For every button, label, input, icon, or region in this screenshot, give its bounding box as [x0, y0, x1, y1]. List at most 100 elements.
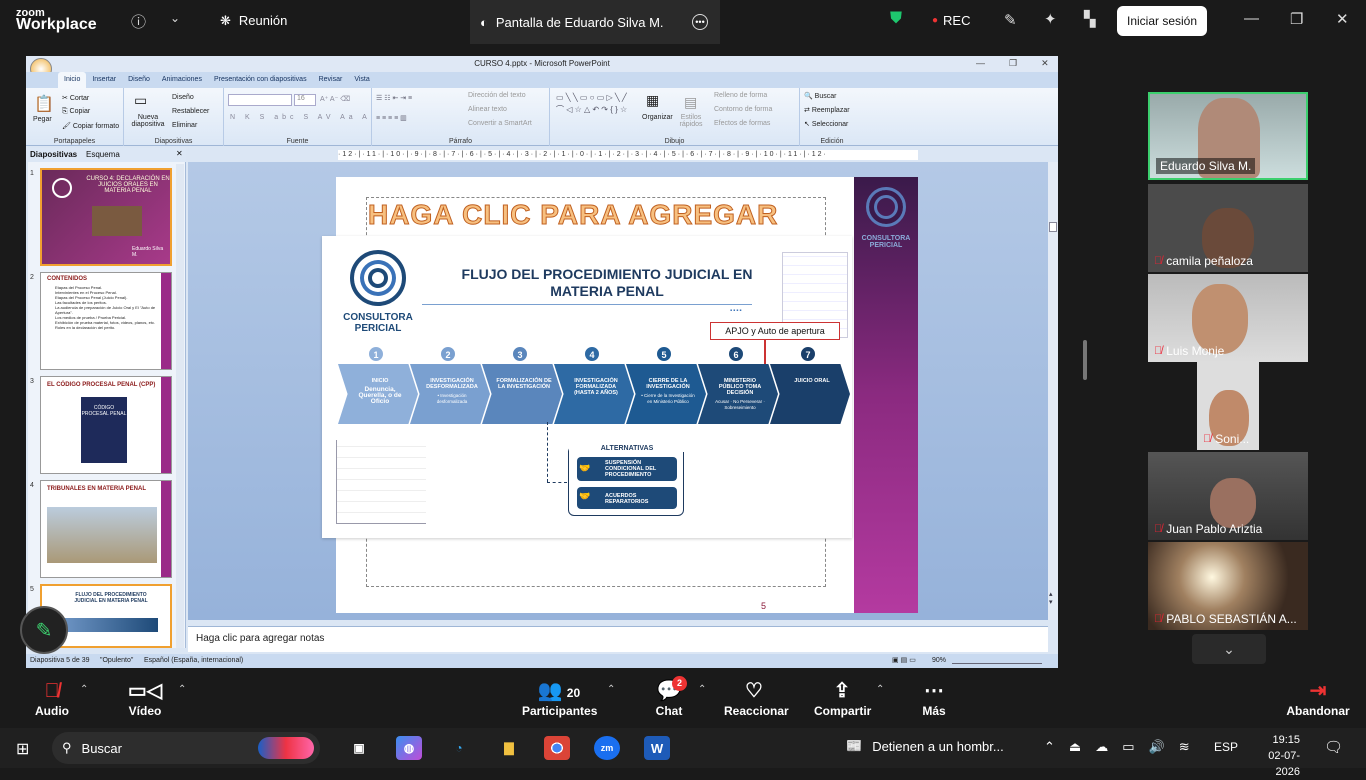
select-button[interactable]: ↖ Seleccionar	[804, 120, 848, 128]
participant-tile-6[interactable]: 🎙̸ PABLO SEBASTIÁN A...	[1148, 542, 1308, 630]
react-button[interactable]: ♡ Reaccionar	[724, 678, 789, 718]
taskbar-search[interactable]: ⚲ Buscar	[52, 732, 320, 764]
text-direction-button[interactable]: Dirección del texto	[468, 92, 526, 99]
cut-button[interactable]: ✂ Cortar	[62, 94, 89, 102]
gallery-resize-handle[interactable]	[1083, 340, 1087, 380]
share-tab[interactable]: ◐ Pantalla de Eduardo Silva M. •••	[470, 0, 720, 44]
chevron-down-icon[interactable]: ⌄	[170, 11, 180, 25]
cloud-icon[interactable]: ☁	[1095, 739, 1108, 755]
file-explorer-icon[interactable]: ▇	[496, 736, 522, 760]
shape-outline-button[interactable]: Contorno de forma	[714, 106, 772, 113]
participants-caret-icon[interactable]: ⌃	[607, 684, 615, 695]
pen-icon[interactable]: ✎	[1004, 11, 1017, 29]
edge-icon[interactable]: ◔	[446, 736, 472, 760]
word-icon[interactable]: W	[644, 736, 670, 760]
usb-icon[interactable]: ⏏	[1069, 739, 1081, 755]
tab-presentacion[interactable]: Presentación con diapositivas	[208, 72, 313, 88]
notes-pane[interactable]: Haga clic para agregar notas	[188, 626, 1048, 652]
video-caret-icon[interactable]: ⌃	[178, 684, 186, 695]
new-slide-button[interactable]: Nueva diapositiva	[128, 114, 168, 128]
font-size-input[interactable]: 16	[294, 94, 316, 106]
new-slide-icon[interactable]: ▭	[134, 92, 147, 109]
find-button[interactable]: 🔍 Buscar	[804, 92, 836, 100]
scroll-thumb[interactable]	[1049, 222, 1057, 232]
copy-button[interactable]: ⎘ Copiar	[62, 108, 90, 116]
rec-indicator[interactable]: ● REC	[932, 13, 971, 28]
participant-tile-3[interactable]: 🎙̸ Luis Monje	[1148, 274, 1308, 362]
participant-tile-5[interactable]: 🎙̸ Juan Pablo Ariztia	[1148, 452, 1308, 540]
info-icon[interactable]: ⓘ	[131, 11, 146, 32]
audio-caret-icon[interactable]: ⌃	[80, 684, 88, 695]
language-indicator[interactable]: ESP	[1214, 740, 1238, 754]
tab-esquema[interactable]: Esquema	[86, 150, 120, 159]
copilot-icon[interactable]: ◍	[396, 736, 422, 760]
arrange-icon[interactable]: ▦	[646, 92, 659, 109]
chat-caret-icon[interactable]: ⌃	[698, 684, 706, 695]
task-view-icon[interactable]: ▣	[346, 736, 372, 760]
ppt-minimize-icon[interactable]: —	[976, 58, 985, 69]
tab-diapositivas[interactable]: Diapositivas	[30, 150, 77, 159]
title-placeholder[interactable]: HAGA CLIC PARA AGREGAR	[367, 199, 778, 231]
video-button[interactable]: ▭◁ Vídeo	[126, 678, 164, 718]
view-buttons[interactable]: ▣▤▭	[892, 656, 918, 664]
tab-vista[interactable]: Vista	[348, 72, 375, 88]
participant-tile-1[interactable]: Eduardo Silva M.	[1148, 92, 1308, 180]
slide-thumb-4[interactable]: TRIBUNALES EN MATERIA PENAL	[40, 480, 172, 578]
tab-animaciones[interactable]: Animaciones	[156, 72, 208, 88]
ppt-restore-icon[interactable]: ❐	[1009, 58, 1017, 69]
tab-revisar[interactable]: Revisar	[313, 72, 349, 88]
slide-thumb-3[interactable]: EL CÓDIGO PROCESAL PENAL (CPP) CÓDIGO PR…	[40, 376, 172, 474]
share-button[interactable]: ⇪ Compartir	[814, 678, 871, 718]
prev-next-slide-icons[interactable]: ▴ ▾	[1049, 590, 1053, 606]
windows-start-icon[interactable]: ⊞	[16, 739, 29, 759]
font-style-buttons[interactable]: N K S abc S AV Aa A	[230, 114, 371, 121]
list-buttons[interactable]: ☰ ☷ ⇤ ⇥ ≡	[376, 94, 412, 102]
format-painter-button[interactable]: 🖌 Copiar formato	[62, 122, 119, 130]
chevron-up-icon[interactable]: ⌃	[1044, 739, 1055, 755]
shapes-gallery[interactable]: ▭ ╲ ╲ ▭ ○ ▭ ▷ ╲ ╱ ⌒ ◁ ☆ △ ↶ ↷ { } ☆	[556, 92, 636, 116]
ppt-close-icon[interactable]: ✕	[1041, 58, 1049, 69]
shield-icon[interactable]: ⛊	[890, 10, 902, 28]
leave-button[interactable]: ⇥ Abandonar	[1286, 678, 1350, 718]
paste-button[interactable]: Pegar	[33, 116, 52, 123]
slide-thumb-2[interactable]: CONTENIDOS Etapas del Proceso Penal. Int…	[40, 272, 172, 370]
close-panel-icon[interactable]: ✕	[176, 149, 183, 158]
shape-effects-button[interactable]: Efectos de formas	[714, 120, 770, 127]
minimize-icon[interactable]: —	[1244, 10, 1259, 27]
panel-scrollbar[interactable]	[176, 164, 184, 648]
gallery-next-button[interactable]: ⌄	[1192, 634, 1266, 664]
smartart-button[interactable]: Convertir a SmartArt	[468, 120, 532, 127]
font-name-input[interactable]	[228, 94, 292, 106]
participant-tile-2[interactable]: 🎙̸ camila peñaloza	[1148, 184, 1308, 272]
quick-styles-icon[interactable]: ▤	[684, 94, 697, 111]
delete-button[interactable]: Eliminar	[172, 122, 197, 129]
chrome-icon[interactable]	[544, 736, 570, 760]
paste-icon[interactable]: 📋	[34, 94, 54, 114]
meeting-button[interactable]: ❋ Reunión	[220, 13, 287, 29]
clock[interactable]: 19:15 02-07-2026	[1250, 732, 1300, 780]
flow-image[interactable]: CONSULTORA PERICIAL FLUJO DEL PROCEDIMIE…	[322, 236, 852, 538]
maximize-icon[interactable]: ❐	[1290, 10, 1303, 28]
tab-insertar[interactable]: Insertar	[86, 72, 122, 88]
reset-button[interactable]: Restablecer	[172, 108, 209, 115]
participant-tile-4[interactable]: 🎙̸ Soni...	[1197, 362, 1259, 450]
align-text-button[interactable]: Alinear texto	[468, 106, 507, 113]
shape-fill-button[interactable]: Relleno de forma	[714, 92, 767, 99]
audio-button[interactable]: 🎙̸ Audio	[34, 678, 70, 718]
chat-button[interactable]: 💬 Chat 2	[654, 676, 687, 718]
share-caret-icon[interactable]: ⌃	[876, 684, 884, 695]
layout-icon[interactable]: ▚	[1084, 10, 1096, 28]
tab-diseno[interactable]: Diseño	[122, 72, 156, 88]
align-buttons[interactable]: ≡ ≡ ≡ ≡ ▥	[376, 114, 407, 122]
font-size-buttons[interactable]: A⁺ A⁻ ⌫	[320, 95, 350, 103]
participants-button[interactable]: 👥 20 Participantes	[522, 678, 597, 718]
arrange-button[interactable]: Organizar	[642, 114, 673, 121]
sparkle-icon[interactable]: ✦	[1044, 10, 1057, 28]
more-options-icon[interactable]: •••	[692, 14, 708, 30]
speaker-icon[interactable]: 🔊	[1149, 739, 1165, 755]
slide-scrollbar[interactable]: ▴ ▾	[1048, 162, 1058, 620]
notification-bell-icon[interactable]: 🗨	[1324, 738, 1343, 756]
tab-inicio[interactable]: Inicio	[58, 72, 87, 88]
zoom-app-icon[interactable]: zm	[594, 736, 620, 760]
news-widget[interactable]: 📰 Detienen a un hombr...	[846, 738, 1004, 754]
